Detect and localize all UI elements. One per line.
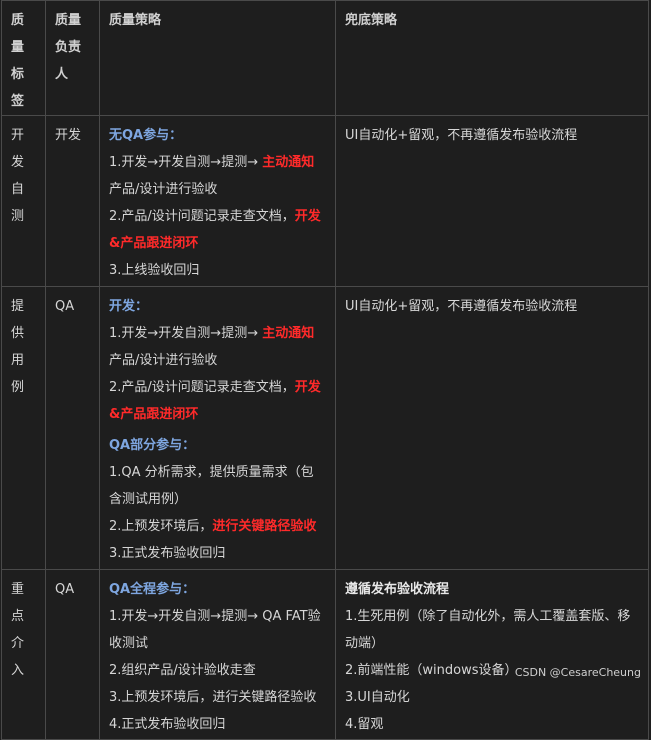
strategy-step: 2.上预发环境后，进行关键路径验收 bbox=[109, 513, 326, 540]
table-row: 提供用例 QA 开发： 1.开发→开发自测→提测→ 主动通知产品/设计进行验收 2.产品… bbox=[1, 286, 649, 570]
fallback-title: 遵循发布验收流程 bbox=[345, 582, 450, 597]
strategy-step-text: 2.产品/设计问题记录走查文档， bbox=[109, 209, 295, 224]
strategy-step-text: 3.上预发环境后，进行关键路径验收 bbox=[109, 690, 317, 705]
fallback-item: UI自动化+留观，不再遵循发布验收流程 bbox=[345, 299, 578, 314]
strategy-step: 3.正式发布验收回归 bbox=[109, 540, 326, 567]
strategy-step-text: 1.开发→开发自测→提测→ bbox=[109, 326, 263, 341]
strategy-step-text: 4.正式发布验收回归 bbox=[109, 717, 226, 732]
strategy-step: 2.组织产品/设计验收走查 bbox=[109, 657, 326, 684]
cell-quality-owner: QA bbox=[45, 286, 100, 570]
cell-quality-tag: 重点介入 bbox=[1, 569, 46, 740]
strategy-step: 1.QA 分析需求，提供质量需求（包含测试用例） bbox=[109, 459, 326, 513]
table-row: 重点介入 QA QA全程参与： 1.开发→开发自测→提测→ QA FAT验收测试 2.组… bbox=[1, 569, 649, 740]
cell-quality-tag: 开发自测 bbox=[1, 115, 46, 287]
strategy-step-highlight: 进行关键路径验收 bbox=[212, 519, 317, 534]
cell-fallback-strategy: UI自动化+留观，不再遵循发布验收流程 bbox=[335, 286, 649, 570]
header-fallback-strategy: 兜底策略 bbox=[335, 0, 649, 116]
strategy-step-text-tail: 产品/设计进行验收 bbox=[109, 353, 218, 368]
strategy-step-text: 3.正式发布验收回归 bbox=[109, 546, 226, 561]
strategy-step-text: 2.组织产品/设计验收走查 bbox=[109, 663, 256, 678]
strategy-step-text: 1.开发→开发自测→提测→ bbox=[109, 155, 263, 170]
cell-quality-strategy: 开发： 1.开发→开发自测→提测→ 主动通知产品/设计进行验收 2.产品/设计问题记… bbox=[99, 286, 336, 570]
cell-quality-owner: 开发 bbox=[45, 115, 100, 287]
strategy-step: 1.开发→开发自测→提测→ 主动通知产品/设计进行验收 bbox=[109, 320, 326, 374]
strategy-step: 2.产品/设计问题记录走查文档，开发&产品跟进闭环 bbox=[109, 374, 326, 428]
strategy-step: 1.开发→开发自测→提测→ 主动通知产品/设计进行验收 bbox=[109, 149, 326, 203]
cell-quality-owner: QA bbox=[45, 569, 100, 740]
strategy-step-text: 3.上线验收回归 bbox=[109, 263, 200, 278]
cell-quality-strategy: 无QA参与： 1.开发→开发自测→提测→ 主动通知产品/设计进行验收 2.产品/设计… bbox=[99, 115, 336, 287]
strategy-step: 3.上线验收回归 bbox=[109, 257, 326, 284]
fallback-item: UI自动化+留观，不再遵循发布验收流程 bbox=[345, 128, 578, 143]
watermark: CSDN @CesareCheung bbox=[514, 666, 641, 679]
strategy-step: 4.正式发布验收回归 bbox=[109, 711, 326, 738]
strategy-step: 1.开发→开发自测→提测→ QA FAT验收测试 bbox=[109, 603, 326, 657]
strategy-step-text-tail: 产品/设计进行验收 bbox=[109, 182, 218, 197]
cell-fallback-strategy: UI自动化+留观，不再遵循发布验收流程 bbox=[335, 115, 649, 287]
strategy-step: 3.上预发环境后，进行关键路径验收 bbox=[109, 684, 326, 711]
strategy-step-highlight: 主动通知 bbox=[262, 155, 315, 170]
fallback-item: 1.生死用例（除了自动化外，需人工覆盖套版、移动端） bbox=[345, 609, 631, 651]
strategy-section-title: QA部分参与： bbox=[109, 438, 196, 453]
strategy-section-title: 无QA参与： bbox=[109, 128, 183, 143]
header-quality-owner: 质量负责人 bbox=[45, 0, 100, 116]
cell-quality-strategy: QA全程参与： 1.开发→开发自测→提测→ QA FAT验收测试 2.组织产品/设计… bbox=[99, 569, 336, 740]
strategy-section-title: QA全程参与： bbox=[109, 582, 196, 597]
strategy-section-title: 开发： bbox=[109, 299, 149, 314]
header-quality-strategy: 质量策略 bbox=[99, 0, 336, 116]
cell-fallback-strategy: 遵循发布验收流程 1.生死用例（除了自动化外，需人工覆盖套版、移动端） 2.前端性能… bbox=[335, 569, 649, 740]
table-row: 开发自测 开发 无QA参与： 1.开发→开发自测→提测→ 主动通知产品/设计进行验收 2… bbox=[1, 115, 649, 287]
strategy-step-text: 2.上预发环境后， bbox=[109, 519, 213, 534]
table-header-row: 质量标签 质量负责人 质量策略 兜底策略 bbox=[1, 0, 649, 116]
strategy-step: 2.产品/设计问题记录走查文档，开发&产品跟进闭环 bbox=[109, 203, 326, 257]
strategy-step-text: 2.产品/设计问题记录走查文档， bbox=[109, 380, 295, 395]
fallback-item: 3.UI自动化 bbox=[345, 690, 410, 705]
cell-quality-tag: 提供用例 bbox=[1, 286, 46, 570]
strategy-step-text: 1.QA 分析需求，提供质量需求（包含测试用例） bbox=[109, 465, 314, 507]
fallback-item: 4.留观 bbox=[345, 717, 384, 732]
quality-strategy-table: 质量标签 质量负责人 质量策略 兜底策略 开发自测 开发 无QA参与： 1.开发→开发… bbox=[1, 0, 649, 740]
header-quality-tag: 质量标签 bbox=[1, 0, 46, 116]
strategy-step-text: 1.开发→开发自测→提测→ QA FAT验收测试 bbox=[109, 609, 321, 651]
strategy-step-highlight: 主动通知 bbox=[262, 326, 315, 341]
